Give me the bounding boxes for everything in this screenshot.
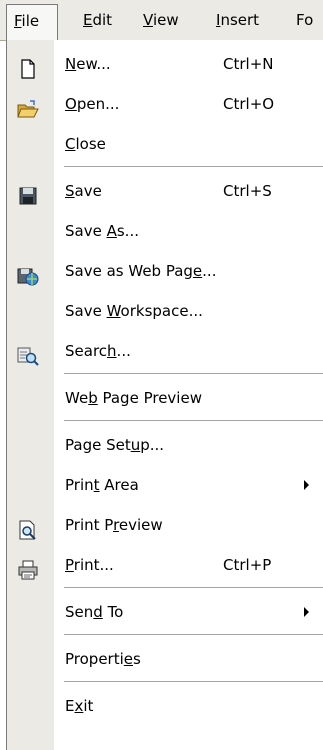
menu-item-search[interactable]: Search... <box>7 331 323 371</box>
menu-item-label: New... <box>65 55 111 73</box>
menubar-view[interactable]: View <box>143 11 179 29</box>
menu-item-close[interactable]: Close <box>7 124 323 164</box>
menu-item-label: Properties <box>65 650 141 668</box>
menu-item-save-as[interactable]: Save As... <box>7 211 323 251</box>
menu-item-label: Page Setup... <box>65 436 165 454</box>
menu-item-save-workspace[interactable]: Save Workspace... <box>7 291 323 331</box>
menu-item-print-preview[interactable]: Print Preview <box>7 505 323 545</box>
menu-bar: File Edit View Insert Fo <box>0 0 323 41</box>
menu-item-label: Search... <box>65 342 131 360</box>
new-document-icon <box>17 54 39 79</box>
menu-separator <box>64 681 323 682</box>
submenu-arrow-icon <box>304 607 309 617</box>
menu-item-label: Print Area <box>65 476 139 494</box>
menubar-insert[interactable]: Insert <box>216 11 259 29</box>
menu-item-label: Send To <box>65 603 124 621</box>
menu-item-send-to[interactable]: Send To <box>7 592 323 632</box>
menubar-format[interactable]: Fo <box>296 11 313 29</box>
save-floppy-icon <box>17 181 39 205</box>
menu-item-label: Save As... <box>65 222 139 240</box>
menu-separator <box>64 587 323 588</box>
printer-icon <box>17 555 39 580</box>
menu-item-properties[interactable]: Properties <box>7 639 323 679</box>
open-folder-icon <box>17 94 39 118</box>
print-preview-icon <box>17 515 39 540</box>
menu-item-label: Save <box>65 182 102 200</box>
menu-item-shortcut: Ctrl+N <box>223 55 274 73</box>
menu-item-label: Print... <box>65 556 114 574</box>
menu-item-label: Open... <box>65 95 120 113</box>
menu-item-label: Exit <box>65 697 94 715</box>
submenu-arrow-icon <box>304 480 309 490</box>
menu-item-shortcut: Ctrl+S <box>223 182 272 200</box>
menu-item-label: Save Workspace... <box>65 302 203 320</box>
menu-item-label: Web Page Preview <box>65 389 202 407</box>
menu-separator <box>64 634 323 635</box>
save-web-page-icon <box>17 261 39 286</box>
menu-separator <box>64 166 323 167</box>
menu-item-open[interactable]: Open... Ctrl+O <box>7 84 323 124</box>
file-menu: New... Ctrl+N Open... Ctrl+O Close Save … <box>6 40 323 750</box>
menu-item-label: Save as Web Page... <box>65 262 217 280</box>
menu-item-print-area[interactable]: Print Area <box>7 465 323 505</box>
menu-item-web-page-preview[interactable]: Web Page Preview <box>7 378 323 418</box>
menu-separator <box>64 373 323 374</box>
menu-item-shortcut: Ctrl+O <box>223 95 275 113</box>
menu-item-shortcut: Ctrl+P <box>223 556 272 574</box>
menubar-edit[interactable]: Edit <box>83 11 112 29</box>
menu-item-save[interactable]: Save Ctrl+S <box>7 171 323 211</box>
menu-separator <box>64 420 323 421</box>
menu-item-label: Close <box>65 135 106 153</box>
menu-item-new[interactable]: New... Ctrl+N <box>7 44 323 84</box>
search-icon <box>17 341 39 366</box>
menu-item-save-as-web-page[interactable]: Save as Web Page... <box>7 251 323 291</box>
menu-item-label: Print Preview <box>65 516 163 534</box>
menubar-file[interactable]: File <box>6 4 58 41</box>
menu-item-exit[interactable]: Exit <box>7 686 323 726</box>
menu-item-print[interactable]: Print... Ctrl+P <box>7 545 323 585</box>
menu-item-page-setup[interactable]: Page Setup... <box>7 425 323 465</box>
